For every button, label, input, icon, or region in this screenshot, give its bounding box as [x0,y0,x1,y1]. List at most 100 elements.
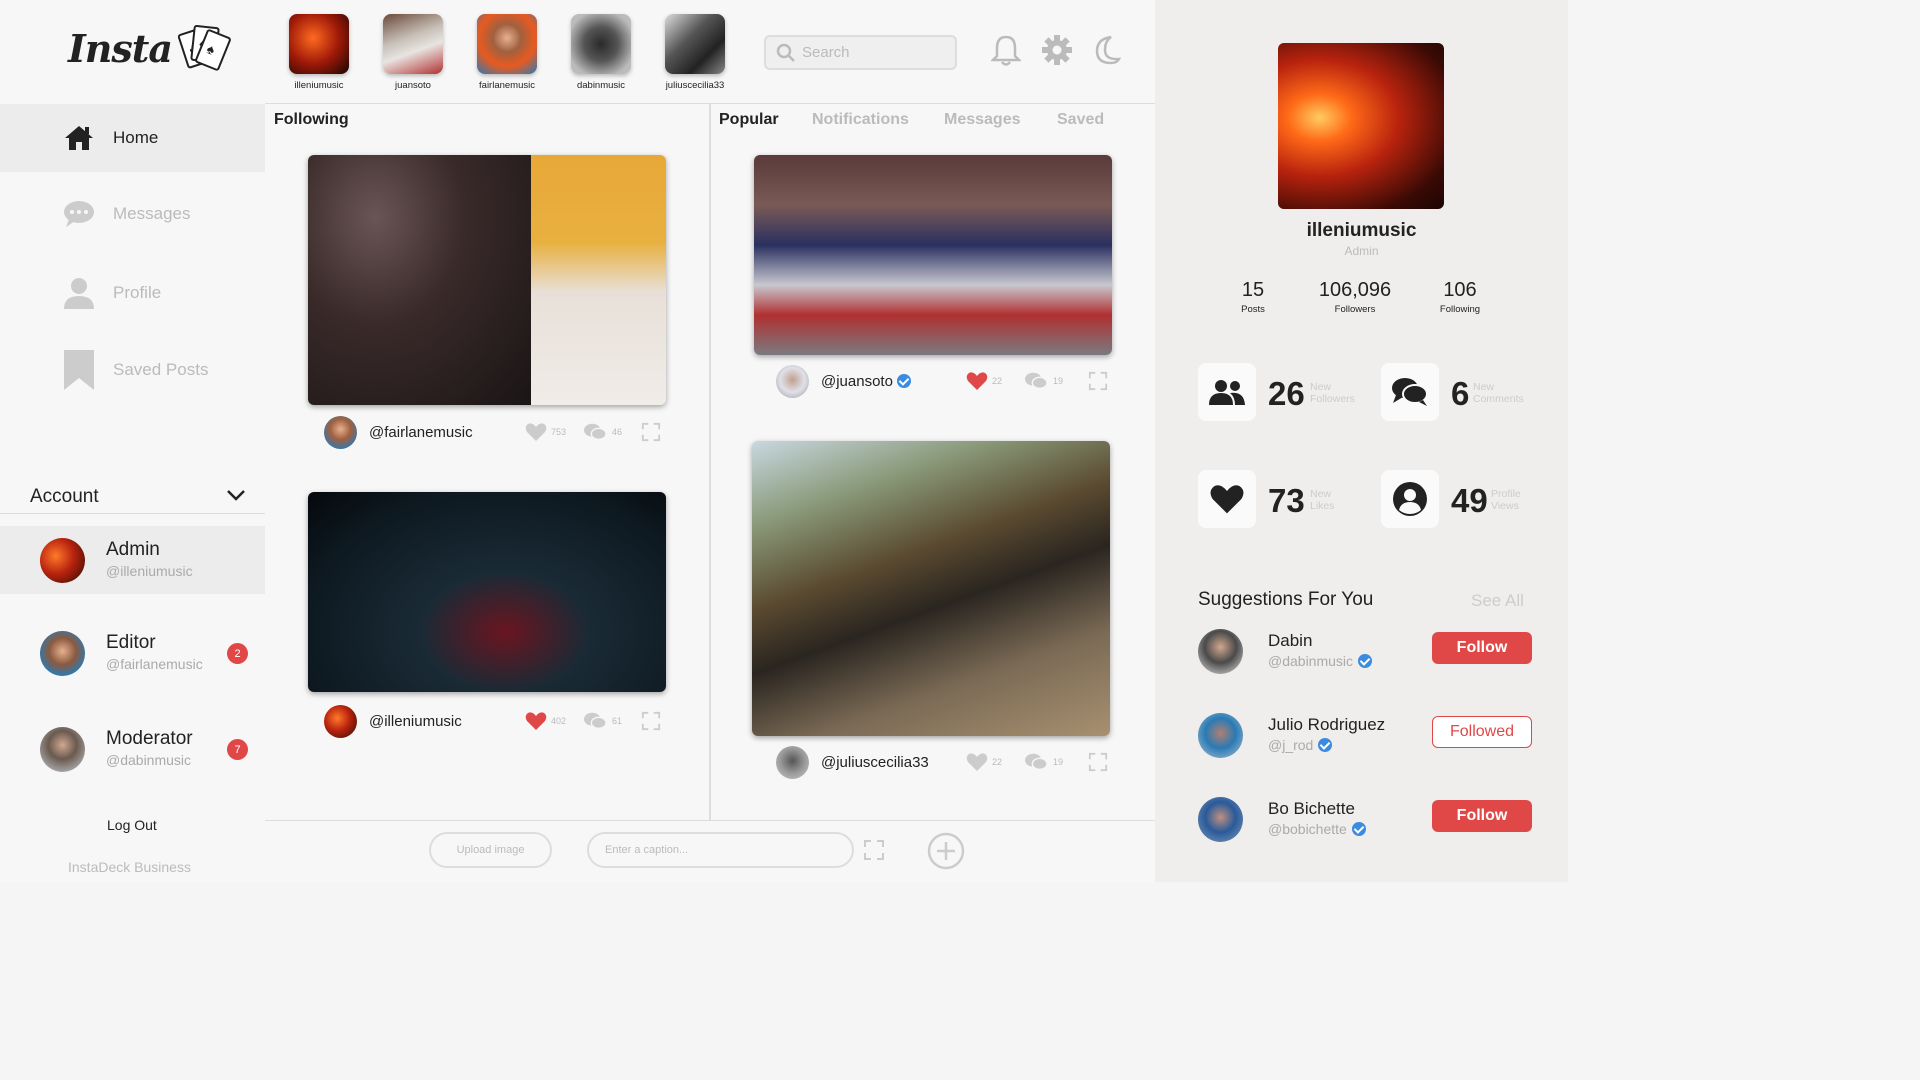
account-role: Admin [106,539,160,560]
post-image[interactable] [752,441,1110,736]
account-handle: @illeniumusic [106,563,193,579]
nav-messages[interactable]: Messages [0,180,265,248]
avatar[interactable] [1198,797,1243,842]
post-image[interactable] [308,492,666,692]
home-icon [62,121,96,155]
stat-posts: 15 Posts [1203,279,1303,315]
story-thumbnail [571,14,631,74]
suggestion-name[interactable]: Bo Bichette [1268,799,1355,819]
story-item[interactable]: juansoto [373,14,453,91]
tab-messages[interactable]: Messages [944,111,1021,129]
upload-image-button[interactable]: Upload image [429,832,552,868]
comments-icon [1381,363,1439,421]
expand-icon[interactable] [1087,752,1109,772]
user-icon [62,276,96,310]
right-panel: illeniumusic Admin 15 Posts 106,096 Foll… [1155,0,1568,882]
suggestion-name[interactable]: Julio Rodriguez [1268,715,1385,735]
post-composer: Upload image [265,820,1155,882]
stat-label: Following [1439,304,1481,315]
post-image[interactable] [754,155,1112,355]
account-item-editor[interactable]: Editor @fairlanemusic 2 [0,619,265,687]
profile-photo[interactable] [1278,43,1444,209]
search-box[interactable] [764,35,957,70]
profile-role: Admin [1344,244,1379,258]
story-thumbnail [289,14,349,74]
story-item[interactable]: fairlanemusic [467,14,547,91]
bell-icon[interactable] [989,34,1025,68]
avatar[interactable] [776,365,809,398]
avatar[interactable] [776,746,809,779]
nav-home[interactable]: Home [0,104,265,172]
post-username[interactable]: @juliuscecilia33 [821,754,929,771]
expand-icon[interactable] [863,839,885,861]
stat-value: 106 [1443,279,1477,301]
heart-icon[interactable] [525,711,547,731]
playing-cards-icon: ♣ ♦ ♠ [176,22,232,74]
followed-button[interactable]: Followed [1432,716,1532,748]
account-item-moderator[interactable]: Moderator @dabinmusic 7 [0,715,265,783]
logout-link[interactable]: Log Out [107,817,157,833]
post-image[interactable] [308,155,666,405]
heart-icon[interactable] [966,752,988,772]
story-item[interactable]: juliuscecilia33 [655,14,735,91]
search-input[interactable] [802,44,952,61]
stat-following: 106 Following [1410,279,1510,315]
tab-popular[interactable]: Popular [719,111,779,129]
notification-badge: 2 [227,643,248,664]
post-meta: @juliuscecilia33 22 19 [776,746,1116,780]
follow-button[interactable]: Follow [1432,800,1532,832]
story-item[interactable]: dabinmusic [561,14,641,91]
gear-icon[interactable] [1041,34,1075,68]
verified-icon [896,374,911,388]
see-all-link[interactable]: See All [1471,591,1524,611]
comments-icon[interactable] [584,711,606,731]
account-section-header[interactable]: Account [0,478,265,514]
chat-bubble-icon [62,197,96,231]
suggestion-item: Bo Bichette @bobichette Follow [1198,797,1538,847]
tab-saved[interactable]: Saved [1057,111,1104,129]
story-thumbnail [665,14,725,74]
post-username[interactable]: @illeniumusic [369,713,462,730]
comments-icon[interactable] [584,422,606,442]
logo-text: Insta [68,25,173,71]
suggestion-handle: @bobichette [1268,821,1366,837]
expand-icon[interactable] [640,422,662,442]
nav-saved-posts[interactable]: Saved Posts [0,336,265,404]
tab-notifications[interactable]: Notifications [812,111,909,129]
avatar[interactable] [1198,713,1243,758]
metric-label: New Followers [1310,381,1355,405]
metric-new-comments: 6 New Comments [1381,363,1551,423]
follow-button[interactable]: Follow [1432,632,1532,664]
metric-new-followers: 26 New Followers [1198,363,1368,423]
nav-profile[interactable]: Profile [0,259,265,327]
expand-icon[interactable] [1087,371,1109,391]
expand-icon[interactable] [640,711,662,731]
account-item-admin[interactable]: Admin @illeniumusic [0,526,265,594]
story-thumbnail [383,14,443,74]
heart-icon [1198,470,1256,528]
metric-label: New Comments [1473,381,1524,405]
post-username[interactable]: @juansoto [821,373,911,390]
comments-icon[interactable] [1025,752,1047,772]
account-role: Editor [106,632,156,653]
story-item[interactable]: illeniumusic [279,14,359,91]
avatar[interactable] [324,416,357,449]
moon-icon[interactable] [1091,34,1125,68]
avatar[interactable] [324,705,357,738]
like-count: 402 [551,716,567,726]
post-username[interactable]: @fairlanemusic [369,424,473,441]
avatar[interactable] [1198,629,1243,674]
like-count: 22 [992,757,1003,767]
avatar [40,538,85,583]
logo[interactable]: Insta ♣ ♦ ♠ [68,22,232,74]
main-feed: illeniumusic juansoto fairlanemusic dabi… [265,0,1155,882]
comments-icon[interactable] [1025,371,1047,391]
account-role: Moderator [106,728,193,749]
suggestion-name[interactable]: Dabin [1268,631,1312,651]
metric-label: Profile Views [1491,488,1521,512]
comment-count: 61 [612,716,623,726]
caption-input[interactable] [587,832,854,868]
add-post-icon[interactable] [927,832,965,870]
heart-icon[interactable] [966,371,988,391]
heart-icon[interactable] [525,422,547,442]
